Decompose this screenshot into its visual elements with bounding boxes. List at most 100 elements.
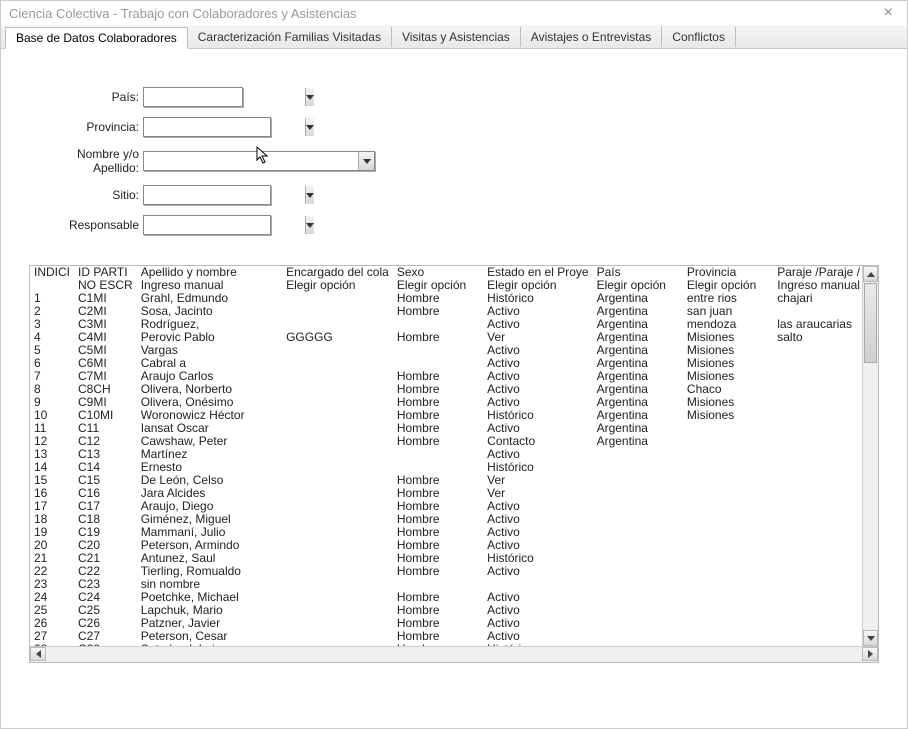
cell-pais[interactable] bbox=[593, 552, 683, 565]
cell-pais[interactable] bbox=[593, 630, 683, 643]
input-nombre[interactable] bbox=[144, 152, 358, 170]
cell-pais[interactable] bbox=[593, 526, 683, 539]
tab-content: País: Provincia: Nombre y/o Apellido: bbox=[1, 49, 907, 728]
cell-enc[interactable] bbox=[282, 591, 393, 604]
cell-prov[interactable] bbox=[683, 526, 773, 539]
cell-enc[interactable] bbox=[282, 578, 393, 591]
cell-pais[interactable] bbox=[593, 591, 683, 604]
col-indice[interactable]: INDICI bbox=[30, 266, 74, 279]
cell-prov[interactable]: Misiones bbox=[683, 409, 773, 422]
cell-enc[interactable] bbox=[282, 448, 393, 461]
close-icon[interactable]: × bbox=[878, 4, 899, 22]
cell-sex[interactable]: Hombre bbox=[393, 435, 483, 448]
cell-pais[interactable] bbox=[593, 461, 683, 474]
cell-pais[interactable] bbox=[593, 474, 683, 487]
vertical-scrollbar[interactable] bbox=[862, 266, 878, 646]
cell-sex[interactable] bbox=[393, 448, 483, 461]
grid-table[interactable]: INDICI ID PARTI Apellido y nombre Encarg… bbox=[30, 266, 878, 646]
cell-sex[interactable]: Hombre bbox=[393, 305, 483, 318]
cell-enc[interactable] bbox=[282, 539, 393, 552]
input-provincia[interactable] bbox=[144, 118, 305, 136]
cell-enc[interactable] bbox=[282, 435, 393, 448]
cell-prov[interactable] bbox=[683, 474, 773, 487]
tab-conflictos[interactable]: Conflictos bbox=[662, 26, 736, 47]
scroll-down-icon[interactable] bbox=[863, 630, 878, 646]
cell-enc[interactable] bbox=[282, 357, 393, 370]
cell-enc[interactable] bbox=[282, 487, 393, 500]
cell-enc[interactable] bbox=[282, 370, 393, 383]
label-sitio: Sitio: bbox=[29, 188, 139, 202]
cell-pais[interactable] bbox=[593, 487, 683, 500]
combo-pais[interactable] bbox=[143, 87, 243, 107]
cell-pais[interactable] bbox=[593, 500, 683, 513]
cell-prov[interactable] bbox=[683, 617, 773, 630]
chevron-down-icon[interactable] bbox=[305, 216, 314, 234]
cell-pais[interactable] bbox=[593, 565, 683, 578]
cell-enc[interactable] bbox=[282, 305, 393, 318]
cell-est[interactable]: Activo bbox=[483, 565, 592, 578]
cell-prov[interactable] bbox=[683, 513, 773, 526]
cell-sex[interactable]: Hombre bbox=[393, 565, 483, 578]
cell-prov[interactable] bbox=[683, 604, 773, 617]
cell-enc[interactable] bbox=[282, 396, 393, 409]
cell-prov[interactable] bbox=[683, 461, 773, 474]
cell-enc[interactable] bbox=[282, 344, 393, 357]
cell-enc[interactable] bbox=[282, 552, 393, 565]
cell-enc[interactable] bbox=[282, 617, 393, 630]
input-pais[interactable] bbox=[144, 88, 305, 106]
cell-enc[interactable] bbox=[282, 500, 393, 513]
chevron-down-icon[interactable] bbox=[358, 152, 374, 170]
combo-sitio[interactable] bbox=[143, 185, 271, 205]
cell-pais[interactable] bbox=[593, 448, 683, 461]
chevron-down-icon[interactable] bbox=[305, 118, 314, 136]
tab-familias[interactable]: Caracterización Familias Visitadas bbox=[188, 26, 392, 47]
cell-pais[interactable] bbox=[593, 604, 683, 617]
cell-sex[interactable] bbox=[393, 344, 483, 357]
cell-enc[interactable] bbox=[282, 513, 393, 526]
input-sitio[interactable] bbox=[144, 186, 305, 204]
cell-prov[interactable] bbox=[683, 578, 773, 591]
cell-pais[interactable]: Argentina bbox=[593, 435, 683, 448]
cell-prov[interactable] bbox=[683, 565, 773, 578]
cell-enc[interactable] bbox=[282, 292, 393, 305]
cell-prov[interactable] bbox=[683, 539, 773, 552]
cell-enc[interactable]: GGGGG bbox=[282, 331, 393, 344]
tab-colaboradores[interactable]: Base de Datos Colaboradores bbox=[5, 27, 188, 49]
cell-enc[interactable] bbox=[282, 526, 393, 539]
scroll-right-icon[interactable] bbox=[862, 647, 878, 661]
window-title: Ciencia Colectiva - Trabajo con Colabora… bbox=[9, 6, 357, 21]
cell-prov[interactable] bbox=[683, 552, 773, 565]
input-responsable[interactable] bbox=[144, 216, 305, 234]
combo-provincia[interactable] bbox=[143, 117, 271, 137]
cell-pais[interactable] bbox=[593, 513, 683, 526]
chevron-down-icon[interactable] bbox=[305, 88, 314, 106]
cell-prov[interactable] bbox=[683, 435, 773, 448]
cell-enc[interactable] bbox=[282, 461, 393, 474]
tab-avistajes[interactable]: Avistajes o Entrevistas bbox=[521, 26, 663, 47]
horizontal-scrollbar[interactable] bbox=[30, 646, 878, 662]
cell-prov[interactable] bbox=[683, 591, 773, 604]
tab-visitas[interactable]: Visitas y Asistencias bbox=[392, 26, 521, 47]
cell-pais[interactable] bbox=[593, 539, 683, 552]
cell-sex[interactable]: Hombre bbox=[393, 331, 483, 344]
cell-enc[interactable] bbox=[282, 630, 393, 643]
cell-prov[interactable] bbox=[683, 422, 773, 435]
cell-enc[interactable] bbox=[282, 409, 393, 422]
cell-prov[interactable] bbox=[683, 487, 773, 500]
cell-enc[interactable] bbox=[282, 474, 393, 487]
cell-pais[interactable] bbox=[593, 617, 683, 630]
scroll-left-icon[interactable] bbox=[30, 647, 46, 661]
cell-enc[interactable] bbox=[282, 422, 393, 435]
cell-enc[interactable] bbox=[282, 383, 393, 396]
chevron-down-icon[interactable] bbox=[305, 186, 314, 204]
scroll-thumb[interactable] bbox=[864, 283, 877, 363]
cell-prov[interactable] bbox=[683, 500, 773, 513]
combo-nombre[interactable] bbox=[143, 151, 375, 171]
cell-prov[interactable] bbox=[683, 448, 773, 461]
cell-enc[interactable] bbox=[282, 604, 393, 617]
cell-prov[interactable] bbox=[683, 630, 773, 643]
cell-enc[interactable] bbox=[282, 565, 393, 578]
combo-responsable[interactable] bbox=[143, 215, 271, 235]
scroll-up-icon[interactable] bbox=[863, 266, 878, 282]
cell-pais[interactable] bbox=[593, 578, 683, 591]
